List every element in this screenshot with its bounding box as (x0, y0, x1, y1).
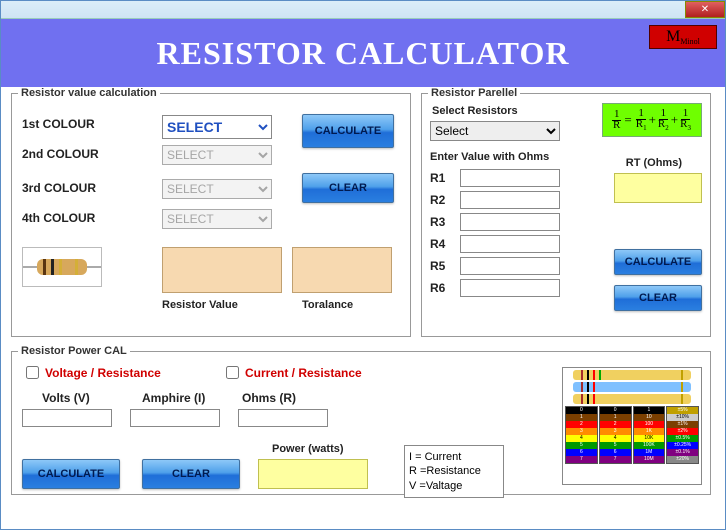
group-power: Resistor Power CAL Voltage / Resistance … (11, 345, 711, 495)
group-value-calc: Resistor value calculation 1st COLOUR SE… (11, 87, 411, 337)
checkbox-current-resistance[interactable]: Current / Resistance (222, 363, 362, 382)
power-symbols-legend: I = Current R =Resistance V =Valtage (404, 445, 504, 498)
app-title: RESISTOR CALCULATOR (157, 35, 570, 72)
group-value-calc-legend: Resistor value calculation (18, 87, 160, 99)
checkbox-voltage-resistance[interactable]: Voltage / Resistance (22, 363, 161, 382)
label-r1: R1 (430, 171, 454, 185)
value-calculate-button[interactable]: CALCULATE (302, 114, 394, 148)
label-ohms: Ohms (R) (242, 391, 296, 405)
label-1st-colour: 1st COLOUR (22, 117, 95, 131)
label-select-resistors: Select Resistors (432, 105, 518, 117)
parallel-formula-image: 1R = 1R1 + 1R2 + 1R3 (602, 103, 702, 137)
input-r4[interactable] (460, 235, 560, 253)
label-r6: R6 (430, 281, 454, 295)
input-volts[interactable] (22, 409, 112, 427)
label-r4: R4 (430, 237, 454, 251)
label-r3: R3 (430, 215, 454, 229)
select-2nd-colour[interactable]: SELECT (162, 145, 272, 165)
label-r2: R2 (430, 193, 454, 207)
input-r5[interactable] (460, 257, 560, 275)
select-4th-colour[interactable]: SELECT (162, 209, 272, 229)
label-resistor-value: Resistor Value (162, 299, 238, 311)
group-parallel: Resistor Parellel Select Resistors Selec… (421, 87, 711, 337)
label-tolerance: Toralance (302, 299, 353, 311)
parallel-calculate-button[interactable]: CALCULATE (614, 249, 702, 275)
label-power: Power (watts) (272, 443, 344, 455)
label-2nd-colour: 2nd COLOUR (22, 147, 99, 161)
value-clear-button[interactable]: CLEAR (302, 173, 394, 203)
rt-output (614, 173, 702, 203)
label-volts: Volts (V) (42, 391, 90, 405)
input-r1[interactable] (460, 169, 560, 187)
power-clear-button[interactable]: CLEAR (142, 459, 240, 489)
parallel-clear-button[interactable]: CLEAR (614, 285, 702, 311)
resistor-image (22, 247, 102, 287)
label-4th-colour: 4th COLOUR (22, 211, 95, 225)
label-3rd-colour: 3rd COLOUR (22, 181, 96, 195)
label-r5: R5 (430, 259, 454, 273)
resistor-value-output (162, 247, 282, 293)
power-output (258, 459, 368, 489)
tolerance-output (292, 247, 392, 293)
brand-logo: M Minol (649, 25, 717, 49)
input-r6[interactable] (460, 279, 560, 297)
window-titlebar: ✕ (1, 1, 725, 19)
input-r2[interactable] (460, 191, 560, 209)
input-ohms[interactable] (238, 409, 328, 427)
select-1st-colour[interactable]: SELECT (162, 115, 272, 139)
label-amps: Amphire (I) (142, 391, 205, 405)
app-window: ✕ RESISTOR CALCULATOR M Minol Resistor v… (0, 0, 726, 530)
select-resistors-count[interactable]: Select (430, 121, 560, 141)
input-amps[interactable] (130, 409, 220, 427)
group-power-legend: Resistor Power CAL (18, 345, 130, 357)
select-3rd-colour[interactable]: SELECT (162, 179, 272, 199)
color-code-chart-image: 01 23 45 67 01 23 45 67 110 1001K 10 (562, 367, 702, 485)
window-close-button[interactable]: ✕ (685, 1, 725, 18)
input-r3[interactable] (460, 213, 560, 231)
label-rt: RT (Ohms) (626, 157, 682, 169)
label-enter-value: Enter Value with Ohms (430, 151, 549, 163)
group-parallel-legend: Resistor Parellel (428, 87, 520, 99)
power-calculate-button[interactable]: CALCULATE (22, 459, 120, 489)
app-banner: RESISTOR CALCULATOR M Minol (1, 19, 725, 87)
